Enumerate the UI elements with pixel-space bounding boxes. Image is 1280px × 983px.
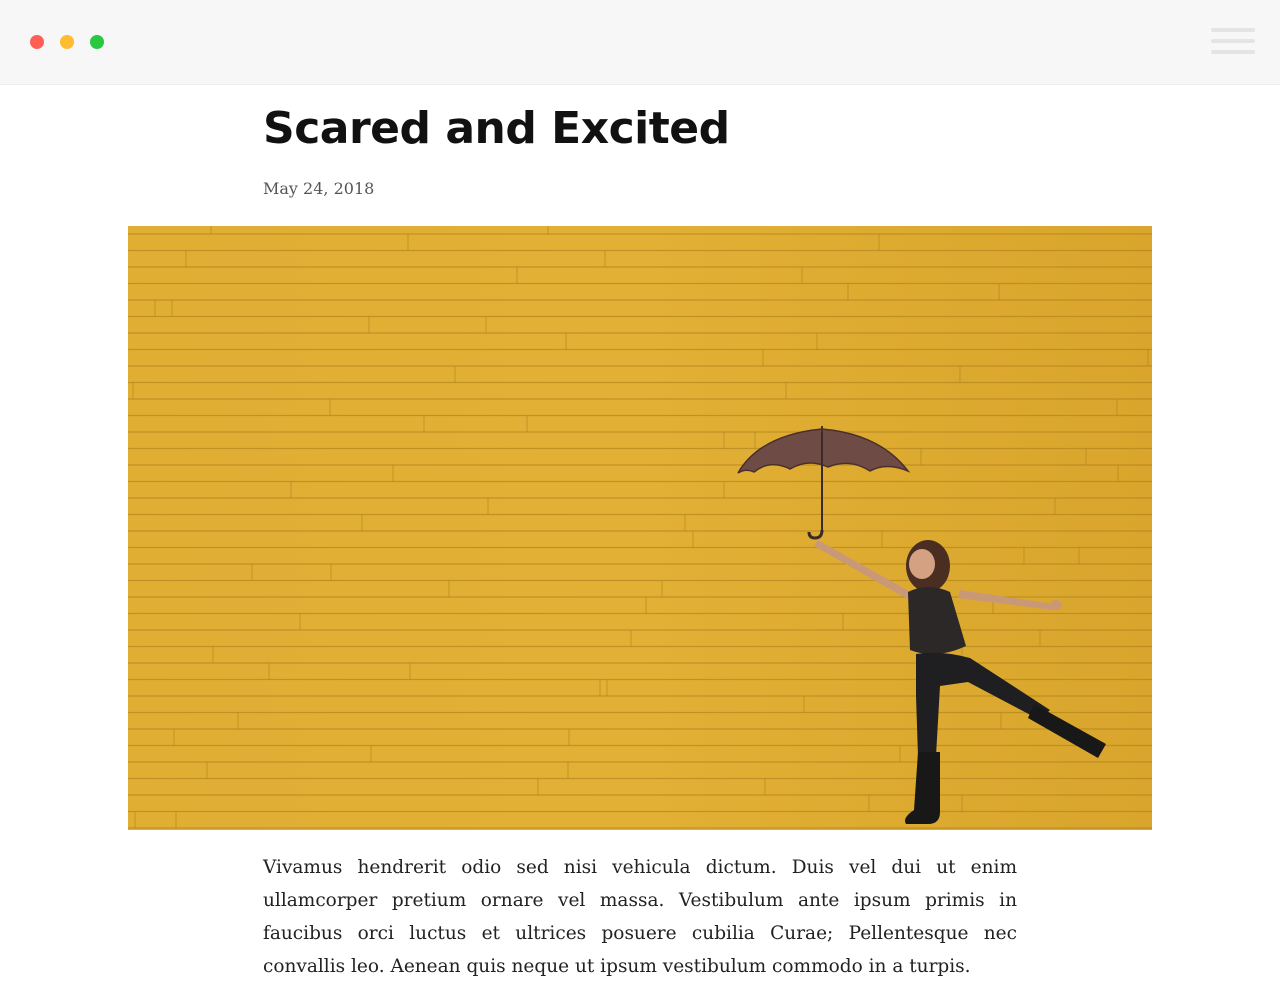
hamburger-menu-icon[interactable] [1211, 28, 1255, 58]
hero-image-graphic [128, 226, 1152, 830]
post-body: Vivamus hendrerit odio sed nisi vehicula… [263, 857, 1017, 977]
window-title-bar [0, 0, 1280, 85]
close-window-button[interactable] [30, 35, 44, 49]
hero-image [128, 226, 1152, 830]
window-controls [30, 35, 104, 49]
maximize-window-button[interactable] [90, 35, 104, 49]
minimize-window-button[interactable] [60, 35, 74, 49]
post-title: Scared and Excited [263, 103, 730, 154]
post-date: May 24, 2018 [263, 179, 375, 198]
